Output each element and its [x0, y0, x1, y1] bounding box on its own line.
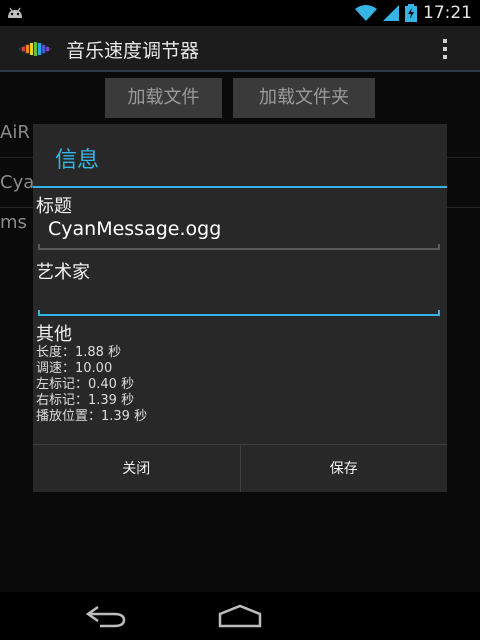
title-label: 标题 — [36, 196, 72, 217]
android-icon — [8, 7, 22, 18]
dialog-title: 信息 — [55, 148, 100, 173]
save-button[interactable]: 保存 — [239, 445, 448, 492]
other-label: 其他 — [36, 324, 72, 345]
info-dialog: 信息 标题 CyanMessage.ogg 艺术家 其他 长度：1.88 秒 调… — [33, 124, 447, 492]
title-field-value: CyanMessage.ogg — [48, 218, 222, 240]
app-title: 音乐速度调节器 — [66, 40, 200, 62]
info-play-position: 播放位置：1.39 秒 — [36, 409, 148, 424]
status-bar: 17:21 — [0, 0, 480, 26]
back-icon[interactable] — [84, 604, 130, 628]
equalizer-logo-icon[interactable] — [16, 38, 54, 60]
info-tempo: 调速：10.00 — [36, 361, 113, 376]
overflow-menu-icon[interactable] — [442, 39, 448, 59]
navigation-bar — [0, 592, 480, 640]
info-length: 长度：1.88 秒 — [36, 345, 122, 360]
artist-field[interactable] — [38, 282, 440, 316]
clock: 17:21 — [423, 3, 472, 23]
action-bar: 音乐速度调节器 — [0, 26, 480, 72]
info-right-mark: 右标记：1.39 秒 — [36, 393, 135, 408]
battery-charging-icon — [405, 4, 417, 22]
signal-icon — [383, 5, 399, 21]
home-icon[interactable] — [214, 604, 266, 628]
title-field[interactable]: CyanMessage.ogg — [38, 216, 440, 250]
info-left-mark: 左标记：0.40 秒 — [36, 377, 135, 392]
close-button[interactable]: 关闭 — [33, 445, 240, 492]
dialog-title-divider — [33, 186, 447, 188]
dialog-button-bar: 关闭 保存 — [33, 444, 447, 492]
wifi-icon — [355, 5, 377, 21]
artist-label: 艺术家 — [36, 262, 90, 283]
